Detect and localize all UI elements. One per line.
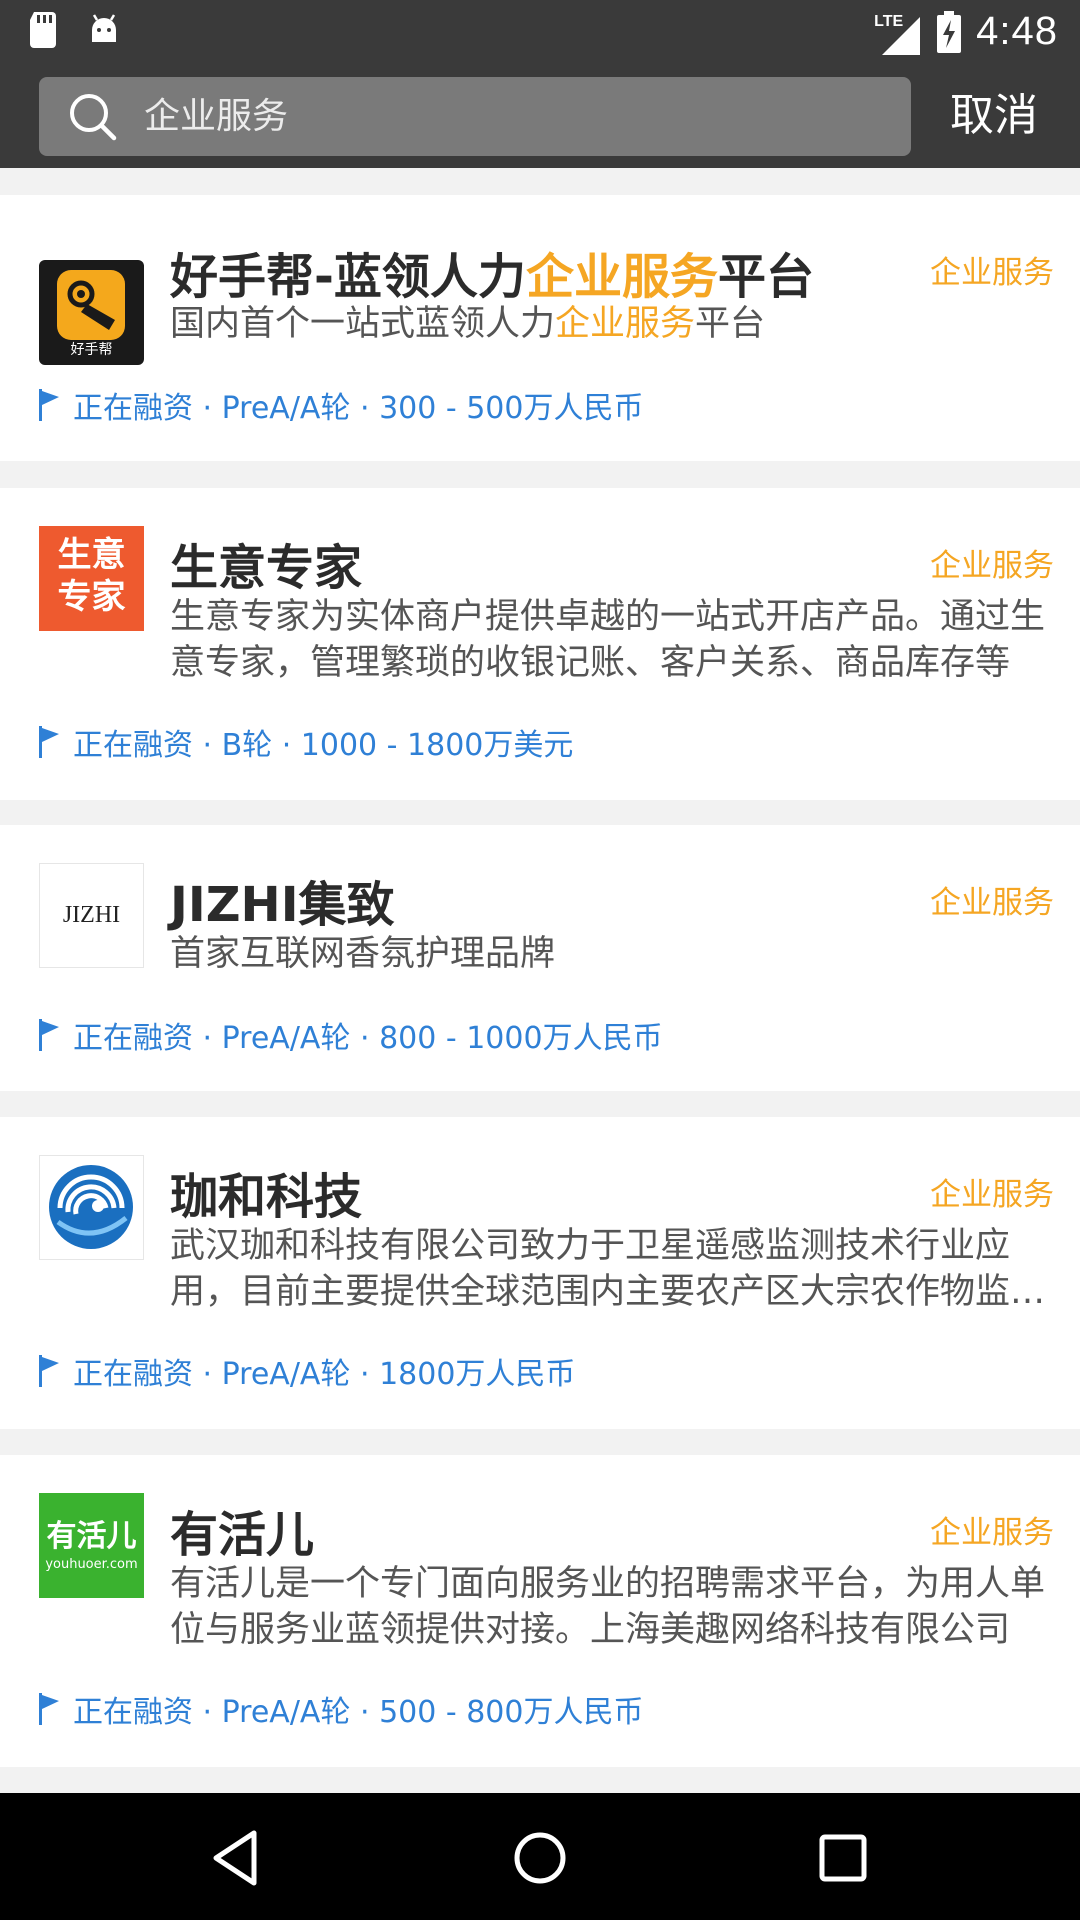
search-input[interactable]: 企业服务 [39, 77, 911, 156]
funding-status: 正在融资 · PreA/A轮 · 500 - 800万人民币 [39, 1687, 643, 1731]
android-icon [92, 14, 116, 42]
industry-tag: 企业服务 [930, 255, 1054, 291]
industry-tag: 企业服务 [930, 548, 1054, 584]
company-name: JIZHI集致 [170, 877, 395, 933]
list-item[interactable]: 有活儿 youhuoer.com 有活儿 企业服务 有活儿是一个专门面向服务业的… [0, 1455, 1080, 1767]
flag-icon [39, 726, 59, 758]
clock: 4:48 [976, 9, 1058, 53]
industry-tag: 企业服务 [930, 1177, 1054, 1213]
company-logo [39, 1155, 144, 1260]
funding-status: 正在融资 · PreA/A轮 · 1800万人民币 [39, 1349, 575, 1393]
battery-charging-icon [937, 10, 962, 53]
company-description: 武汉珈和科技有限公司致力于卫星遥感监测技术行业应用，目前主要提供全球范围内主要农… [170, 1226, 1046, 1312]
company-logo: JIZHI [39, 863, 144, 968]
navigation-bar [0, 1793, 1080, 1920]
search-header: 企业服务 取消 [0, 63, 1080, 168]
flag-icon [39, 1693, 59, 1725]
company-logo: 生意 专家 [39, 526, 144, 631]
company-name: 有活儿 [170, 1507, 315, 1563]
company-description: 有活儿是一个专门面向服务业的招聘需求平台，为用人单位与服务业蓝领提供对接。上海美… [170, 1564, 1046, 1650]
funding-status: 正在融资 · PreA/A轮 · 800 - 1000万人民币 [39, 1013, 663, 1057]
cancel-button[interactable]: 取消 [950, 63, 1038, 168]
flag-icon [39, 1019, 59, 1051]
search-icon [70, 94, 117, 141]
status-bar: LTE 4:48 [0, 0, 1080, 63]
list-item[interactable]: 珈和科技 企业服务 武汉珈和科技有限公司致力于卫星遥感监测技术行业应用，目前主要… [0, 1117, 1080, 1429]
flag-icon [39, 1355, 59, 1387]
search-query: 企业服务 [144, 96, 289, 137]
list-item[interactable]: 生意 专家 生意专家 企业服务 生意专家为实体商户提供卓越的一站式开店产品。通过… [0, 488, 1080, 800]
company-description: 国内首个一站式蓝领人力企业服务平台 [170, 304, 766, 344]
company-name: 珈和科技 [170, 1169, 363, 1225]
list-item[interactable]: 好手帮 好手帮-蓝领人力企业服务平台 企业服务 国内首个一站式蓝领人力企业服务平… [0, 195, 1080, 461]
funding-status: 正在融资 · PreA/A轮 · 300 - 500万人民币 [39, 383, 643, 427]
home-icon[interactable] [505, 1823, 575, 1893]
signal-icon: LTE [874, 7, 922, 57]
company-name: 生意专家 [170, 540, 363, 596]
funding-status: 正在融资 · B轮 · 1000 - 1800万美元 [39, 720, 573, 764]
industry-tag: 企业服务 [930, 1515, 1054, 1551]
company-logo: 好手帮 [39, 260, 144, 365]
recents-icon[interactable] [808, 1823, 878, 1893]
company-logo: 有活儿 youhuoer.com [39, 1493, 144, 1598]
list-item[interactable]: JIZHI JIZHI集致 企业服务 首家互联网香氛护理品牌 正在融资 · Pr… [0, 825, 1080, 1091]
company-name: 好手帮-蓝领人力企业服务平台 [170, 249, 814, 305]
company-description: 生意专家为实体商户提供卓越的一站式开店产品。通过生意专家，管理繁琐的收银记账、客… [170, 597, 1046, 683]
company-description: 首家互联网香氛护理品牌 [170, 934, 556, 974]
back-icon[interactable] [202, 1823, 272, 1893]
flag-icon [39, 389, 59, 421]
industry-tag: 企业服务 [930, 885, 1054, 921]
sd-card-icon [30, 12, 56, 48]
